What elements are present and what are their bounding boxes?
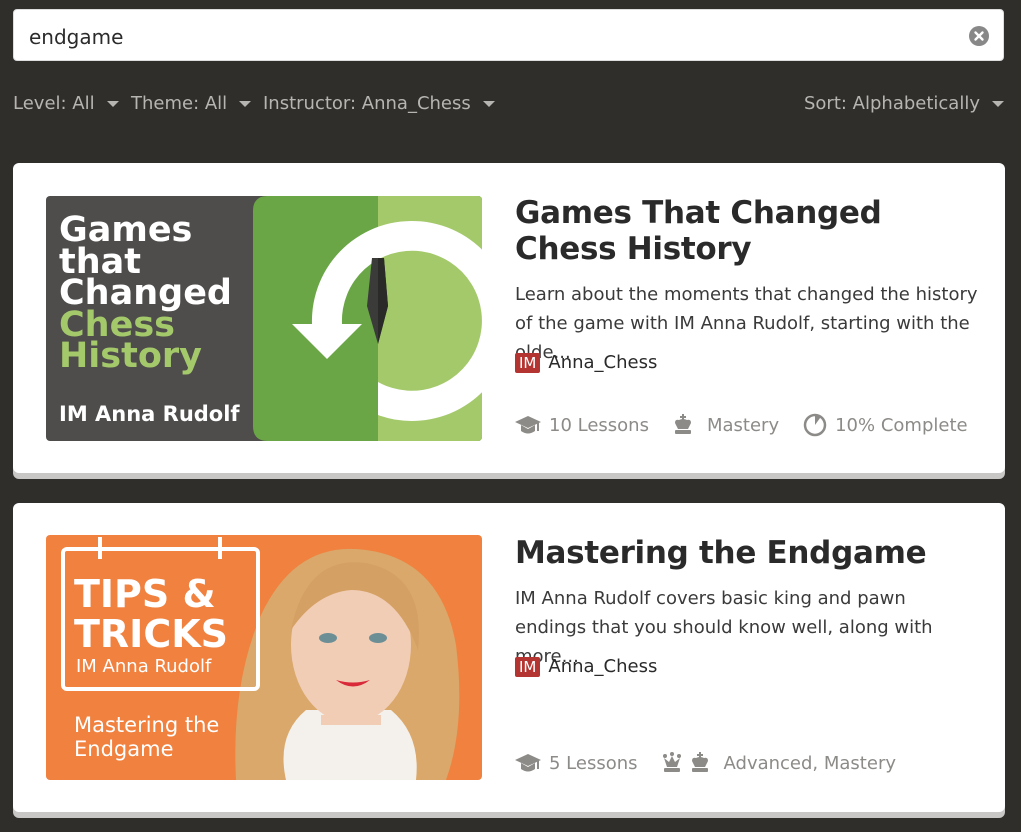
course-thumbnail-art: Games that Changed Chess History IM Anna… bbox=[46, 196, 482, 441]
chevron-down-icon bbox=[106, 100, 119, 107]
course-thumbnail-art: TIPS & TRICKS IM Anna Rudolf Mastering t… bbox=[46, 535, 482, 780]
course-thumbnail[interactable]: Games that Changed Chess History IM Anna… bbox=[46, 196, 482, 441]
chevron-down-icon bbox=[992, 100, 1004, 107]
filter-bar: Level: All Theme: All Instructor: Anna_C… bbox=[13, 93, 1004, 117]
search-input[interactable]: endgame bbox=[13, 9, 1004, 61]
graduation-cap-icon bbox=[515, 416, 541, 434]
thumb-line1: TIPS & bbox=[74, 572, 216, 616]
instructor-filter[interactable]: Instructor: Anna_Chess bbox=[263, 93, 495, 114]
chevron-down-icon bbox=[239, 100, 252, 107]
thumb-line5: Endgame bbox=[74, 737, 173, 761]
thumb-line4: Mastering the bbox=[74, 713, 219, 737]
lessons-label: 10 Lessons bbox=[549, 414, 649, 436]
course-meta: 10 Lessons Mastery 10% Complete bbox=[515, 413, 968, 437]
level-filter-label: Level: All bbox=[13, 93, 95, 114]
graduation-cap-icon bbox=[515, 754, 541, 772]
course-thumbnail[interactable]: TIPS & TRICKS IM Anna Rudolf Mastering t… bbox=[46, 535, 482, 780]
progress-info: 10% Complete bbox=[803, 413, 968, 437]
title-badge: IM bbox=[515, 656, 541, 677]
instructor-filter-label: Instructor: Anna_Chess bbox=[263, 93, 471, 114]
course-author[interactable]: IM Anna_Chess bbox=[515, 352, 657, 373]
search-value: endgame bbox=[29, 25, 124, 49]
course-card[interactable]: Games that Changed Chess History IM Anna… bbox=[13, 163, 1005, 473]
theme-filter[interactable]: Theme: All bbox=[131, 93, 252, 114]
thumb-byline: IM Anna Rudolf bbox=[59, 402, 240, 426]
queen-piece-icon bbox=[662, 752, 681, 772]
thumb-line3: IM Anna Rudolf bbox=[76, 656, 212, 677]
thumb-line5: History bbox=[59, 336, 202, 376]
level-label: Mastery bbox=[706, 414, 780, 436]
sort-label: Sort: Alphabetically bbox=[803, 93, 980, 114]
level-info: Mastery bbox=[673, 414, 779, 436]
level-info: Advanced, Mastery bbox=[662, 752, 896, 774]
progress-label: 10% Complete bbox=[835, 414, 968, 436]
progress-pie-icon bbox=[803, 413, 827, 437]
theme-filter-label: Theme: All bbox=[131, 93, 228, 114]
lessons-count: 5 Lessons bbox=[515, 752, 638, 774]
clear-search-icon[interactable] bbox=[969, 26, 989, 46]
level-filter[interactable]: Level: All bbox=[13, 93, 119, 114]
course-title[interactable]: Games That Changed Chess History bbox=[515, 195, 975, 267]
thumb-line2: TRICKS bbox=[74, 612, 228, 656]
level-label: Advanced, Mastery bbox=[723, 752, 896, 774]
course-card[interactable]: TIPS & TRICKS IM Anna Rudolf Mastering t… bbox=[13, 503, 1005, 812]
author-name[interactable]: Anna_Chess bbox=[548, 656, 657, 677]
lessons-count: 10 Lessons bbox=[515, 414, 649, 436]
course-meta: 5 Lessons Advanced, Mastery bbox=[515, 752, 896, 774]
chevron-down-icon bbox=[482, 100, 495, 107]
title-badge: IM bbox=[515, 352, 541, 373]
lessons-label: 5 Lessons bbox=[549, 752, 638, 774]
king-piece-icon bbox=[691, 752, 708, 772]
sort-dropdown[interactable]: Sort: Alphabetically bbox=[804, 93, 1004, 114]
author-name[interactable]: Anna_Chess bbox=[548, 352, 657, 373]
course-author[interactable]: IM Anna_Chess bbox=[515, 656, 657, 677]
course-title[interactable]: Mastering the Endgame bbox=[515, 535, 975, 571]
king-piece-icon bbox=[674, 414, 691, 434]
